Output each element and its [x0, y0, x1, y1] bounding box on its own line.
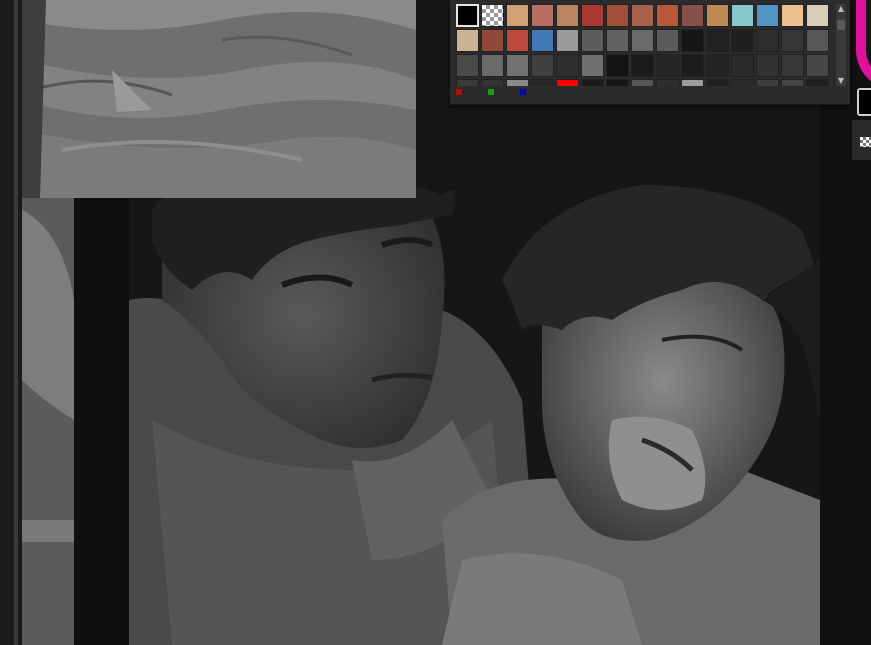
painting-app-window: ▲ ▼ — [0, 0, 871, 645]
background-transparent-icon[interactable] — [860, 137, 871, 147]
palette-swatch[interactable] — [731, 54, 754, 77]
palette-swatch[interactable] — [531, 79, 554, 86]
palette-swatch[interactable] — [681, 79, 704, 86]
palette-swatch[interactable] — [756, 29, 779, 52]
palette-swatch[interactable] — [531, 4, 554, 27]
palette-swatch[interactable] — [631, 4, 654, 27]
palette-swatch[interactable] — [656, 4, 679, 27]
green-channel-indicator — [488, 89, 494, 95]
palette-swatch[interactable] — [631, 54, 654, 77]
palette-swatch[interactable] — [731, 79, 754, 86]
left-toolbar-edge — [0, 0, 22, 645]
palette-swatch[interactable] — [531, 54, 554, 77]
left-divider[interactable] — [14, 0, 18, 645]
palette-swatch[interactable] — [556, 4, 579, 27]
palette-swatch[interactable] — [581, 79, 604, 86]
palette-swatch[interactable] — [456, 79, 479, 86]
palette-swatch[interactable] — [706, 79, 729, 86]
palette-swatch[interactable] — [731, 29, 754, 52]
palette-swatch[interactable] — [556, 29, 579, 52]
palette-swatch[interactable] — [806, 29, 829, 52]
palette-swatch[interactable] — [506, 79, 529, 86]
scroll-up-icon[interactable]: ▲ — [836, 4, 846, 14]
palette-swatch[interactable] — [656, 29, 679, 52]
palette-docker: ▲ ▼ — [450, 0, 850, 105]
palette-swatch[interactable] — [506, 4, 529, 27]
palette-swatch[interactable] — [456, 4, 479, 27]
red-channel-indicator — [456, 89, 462, 95]
palette-swatch[interactable] — [481, 29, 504, 52]
palette-swatch[interactable] — [506, 29, 529, 52]
scroll-thumb[interactable] — [837, 20, 845, 30]
palette-swatch[interactable] — [531, 29, 554, 52]
palette-swatch[interactable] — [631, 79, 654, 86]
palette-scrollbar[interactable]: ▲ ▼ — [836, 4, 846, 86]
palette-swatch[interactable] — [781, 4, 804, 27]
palette-swatch[interactable] — [756, 4, 779, 27]
palette-swatch[interactable] — [556, 79, 579, 86]
scroll-down-icon[interactable]: ▼ — [836, 76, 846, 86]
palette-swatch[interactable] — [706, 29, 729, 52]
reference-image-panel[interactable] — [22, 0, 416, 198]
palette-swatch[interactable] — [706, 54, 729, 77]
palette-swatch[interactable] — [606, 4, 629, 27]
palette-swatch[interactable] — [781, 79, 804, 86]
palette-swatch[interactable] — [781, 54, 804, 77]
palette-swatch[interactable] — [806, 79, 829, 86]
palette-swatch[interactable] — [656, 54, 679, 77]
palette-swatch[interactable] — [681, 4, 704, 27]
palette-swatch[interactable] — [756, 79, 779, 86]
palette-swatch[interactable] — [631, 29, 654, 52]
palette-swatch[interactable] — [581, 4, 604, 27]
palette-swatch[interactable] — [456, 54, 479, 77]
palette-swatch[interactable] — [756, 54, 779, 77]
foreground-color-chip[interactable] — [857, 88, 871, 116]
palette-swatch[interactable] — [806, 4, 829, 27]
reference-image — [22, 0, 416, 198]
palette-swatch[interactable] — [481, 54, 504, 77]
palette-swatch[interactable] — [606, 29, 629, 52]
blue-channel-indicator — [520, 89, 526, 95]
palette-swatch[interactable] — [481, 79, 504, 86]
palette-swatch[interactable] — [681, 29, 704, 52]
palette-swatch[interactable] — [481, 4, 504, 27]
palette-swatch[interactable] — [556, 54, 579, 77]
palette-swatch[interactable] — [681, 54, 704, 77]
palette-swatch[interactable] — [581, 54, 604, 77]
palette-swatch[interactable] — [581, 29, 604, 52]
palette-swatch[interactable] — [706, 4, 729, 27]
palette-swatch[interactable] — [606, 79, 629, 86]
palette-swatch[interactable] — [731, 4, 754, 27]
palette-swatch[interactable] — [506, 54, 529, 77]
palette-swatch[interactable] — [781, 29, 804, 52]
palette-swatch[interactable] — [806, 54, 829, 77]
palette-swatch[interactable] — [606, 54, 629, 77]
palette-swatch[interactable] — [656, 79, 679, 86]
swatch-grid — [456, 4, 836, 86]
palette-swatch[interactable] — [456, 29, 479, 52]
